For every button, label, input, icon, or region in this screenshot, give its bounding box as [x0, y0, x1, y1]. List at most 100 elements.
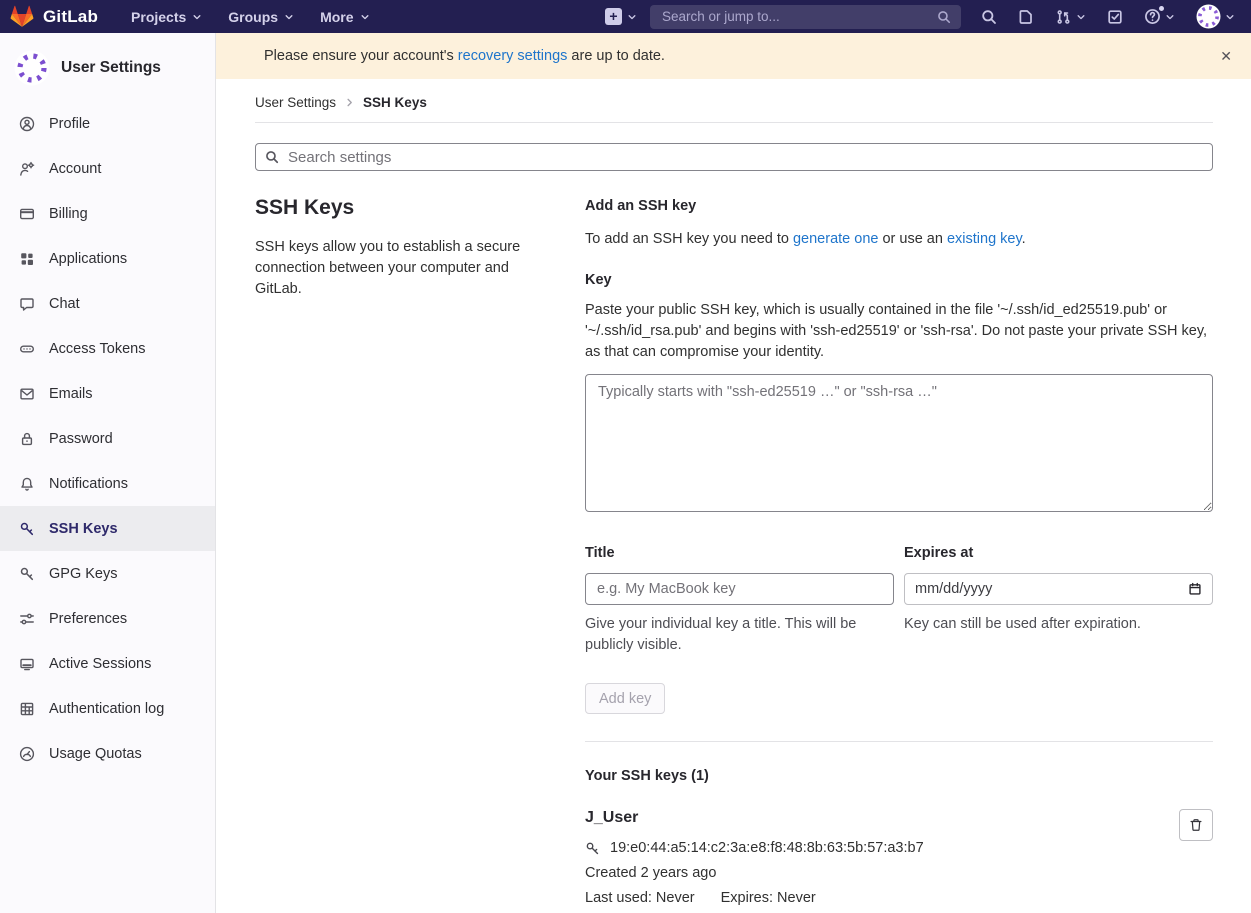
preferences-icon [19, 611, 35, 627]
sidebar-item-preferences[interactable]: Preferences [0, 596, 215, 641]
key-icon [19, 521, 35, 537]
nav-menu-projects[interactable]: Projects [118, 9, 215, 25]
add-key-button[interactable]: Add key [585, 683, 665, 714]
key-icon [585, 841, 600, 856]
title-field-group: Title Give your individual key a title. … [585, 545, 894, 656]
main-content: Please ensure your account's recovery se… [216, 33, 1251, 913]
trash-icon [1189, 818, 1203, 832]
ssh-key-name: J_User [585, 809, 924, 827]
applications-icon [19, 251, 35, 267]
authentication-log-icon [19, 701, 35, 717]
chevron-down-icon [627, 12, 637, 22]
navbar-icon-cluster [981, 4, 1235, 29]
plus-icon: + [605, 8, 622, 25]
add-ssh-key-intro: To add an SSH key you need to generate o… [585, 231, 1213, 247]
nav-menu-groups[interactable]: Groups [215, 9, 307, 25]
access-tokens-icon [19, 341, 35, 357]
page-description: SSH keys allow you to establish a secure… [255, 237, 551, 300]
section-divider [585, 741, 1213, 742]
recovery-alert-banner: Please ensure your account's recovery se… [216, 33, 1251, 79]
chevron-down-icon [284, 12, 294, 22]
sidebar-item-billing[interactable]: Billing [0, 191, 215, 236]
delete-key-button[interactable] [1179, 809, 1213, 841]
generate-one-link[interactable]: generate one [793, 231, 878, 247]
expires-field-group: Expires at mm/dd/yyyy Key can still be u… [904, 545, 1213, 656]
sidebar-item-profile[interactable]: Profile [0, 101, 215, 146]
chevron-right-icon [344, 97, 355, 108]
sidebar-item-chat[interactable]: Chat [0, 281, 215, 326]
breadcrumb-ssh-keys: SSH Keys [363, 95, 427, 110]
alert-text: Please ensure your account's recovery se… [264, 48, 665, 64]
sidebar-item-notifications[interactable]: Notifications [0, 461, 215, 506]
sidebar-item-account[interactable]: Account [0, 146, 215, 191]
settings-search[interactable] [255, 143, 1213, 171]
help-dropdown[interactable] [1144, 8, 1175, 25]
page-title: SSH Keys [255, 196, 551, 220]
page-intro-column: SSH Keys SSH keys allow you to establish… [255, 196, 585, 906]
new-item-dropdown[interactable]: + [605, 8, 637, 25]
sidebar-item-authentication-log[interactable]: Authentication log [0, 686, 215, 731]
account-icon [19, 161, 35, 177]
todo-done-icon[interactable] [1107, 9, 1123, 25]
gitlab-logo[interactable]: GitLab [10, 5, 98, 28]
ssh-key-created: Created 2 years ago [585, 865, 924, 881]
existing-key-link[interactable]: existing key [947, 231, 1022, 247]
ssh-key-form-column: Add an SSH key To add an SSH key you nee… [585, 196, 1213, 906]
ssh-key-fingerprint: 19:e0:44:a5:14:c2:3a:e8:f8:48:8b:63:5b:5… [610, 840, 924, 856]
sidebar-item-ssh-keys[interactable]: SSH Keys [0, 506, 215, 551]
expires-at-input[interactable]: mm/dd/yyyy [904, 573, 1213, 605]
recovery-settings-link[interactable]: recovery settings [458, 48, 568, 64]
brand-wordmark: GitLab [43, 7, 98, 27]
search-icon [265, 150, 279, 164]
ssh-key-textarea[interactable] [585, 374, 1213, 512]
sidebar-item-applications[interactable]: Applications [0, 236, 215, 281]
issues-icon[interactable] [1018, 9, 1034, 25]
notifications-icon [19, 476, 35, 492]
sidebar-item-emails[interactable]: Emails [0, 371, 215, 416]
ssh-key-fingerprint-row: 19:e0:44:a5:14:c2:3a:e8:f8:48:8b:63:5b:5… [585, 840, 924, 856]
breadcrumb-user-settings[interactable]: User Settings [255, 95, 336, 110]
user-menu[interactable] [1196, 4, 1235, 29]
breadcrumb: User Settings SSH Keys [255, 79, 1213, 123]
emails-icon [19, 386, 35, 402]
sidebar-item-gpg-keys[interactable]: GPG Keys [0, 551, 215, 596]
key-field-help: Paste your public SSH key, which is usua… [585, 300, 1213, 363]
sidebar-title: User Settings [61, 59, 161, 77]
sidebar-item-access-tokens[interactable]: Access Tokens [0, 326, 215, 371]
settings-search-input[interactable] [286, 148, 1203, 167]
expires-field-label: Expires at [904, 545, 1213, 561]
key-icon [19, 566, 35, 582]
ssh-key-usage: Last used: Never Expires: Never [585, 890, 924, 906]
chat-icon [19, 296, 35, 312]
expires-field-hint: Key can still be used after expiration. [904, 614, 1213, 635]
gitlab-tanuki-icon [10, 5, 34, 28]
help-icon [1144, 8, 1161, 25]
global-search-input[interactable] [660, 8, 937, 25]
avatar [1196, 4, 1221, 29]
close-icon[interactable]: ✕ [1212, 45, 1240, 67]
ssh-key-last-used: Last used: Never [585, 890, 695, 906]
sidebar-item-password[interactable]: Password [0, 416, 215, 461]
sidebar-item-active-sessions[interactable]: Active Sessions [0, 641, 215, 686]
merge-request-icon [1055, 9, 1072, 25]
title-input[interactable] [585, 573, 894, 605]
nav-menu-more[interactable]: More [307, 9, 382, 25]
chevron-down-icon [1076, 12, 1086, 22]
global-search[interactable] [650, 5, 961, 29]
top-navbar: GitLab Projects Groups More + [0, 0, 1251, 33]
notification-dot [1159, 6, 1164, 11]
chevron-down-icon [1225, 12, 1235, 22]
billing-icon [19, 206, 35, 222]
ssh-key-expires: Expires: Never [721, 890, 816, 906]
merge-requests-dropdown[interactable] [1055, 9, 1086, 25]
usage-quotas-icon [19, 746, 35, 762]
title-field-label: Title [585, 545, 894, 561]
search-icon[interactable] [981, 9, 997, 25]
search-icon [937, 10, 951, 24]
calendar-icon[interactable] [1188, 582, 1202, 596]
chevron-down-icon [360, 12, 370, 22]
settings-sidebar: User Settings Profile Account Billing Ap… [0, 33, 216, 913]
add-ssh-key-heading: Add an SSH key [585, 198, 1213, 214]
sidebar-item-usage-quotas[interactable]: Usage Quotas [0, 731, 215, 776]
chevron-down-icon [1165, 12, 1175, 22]
